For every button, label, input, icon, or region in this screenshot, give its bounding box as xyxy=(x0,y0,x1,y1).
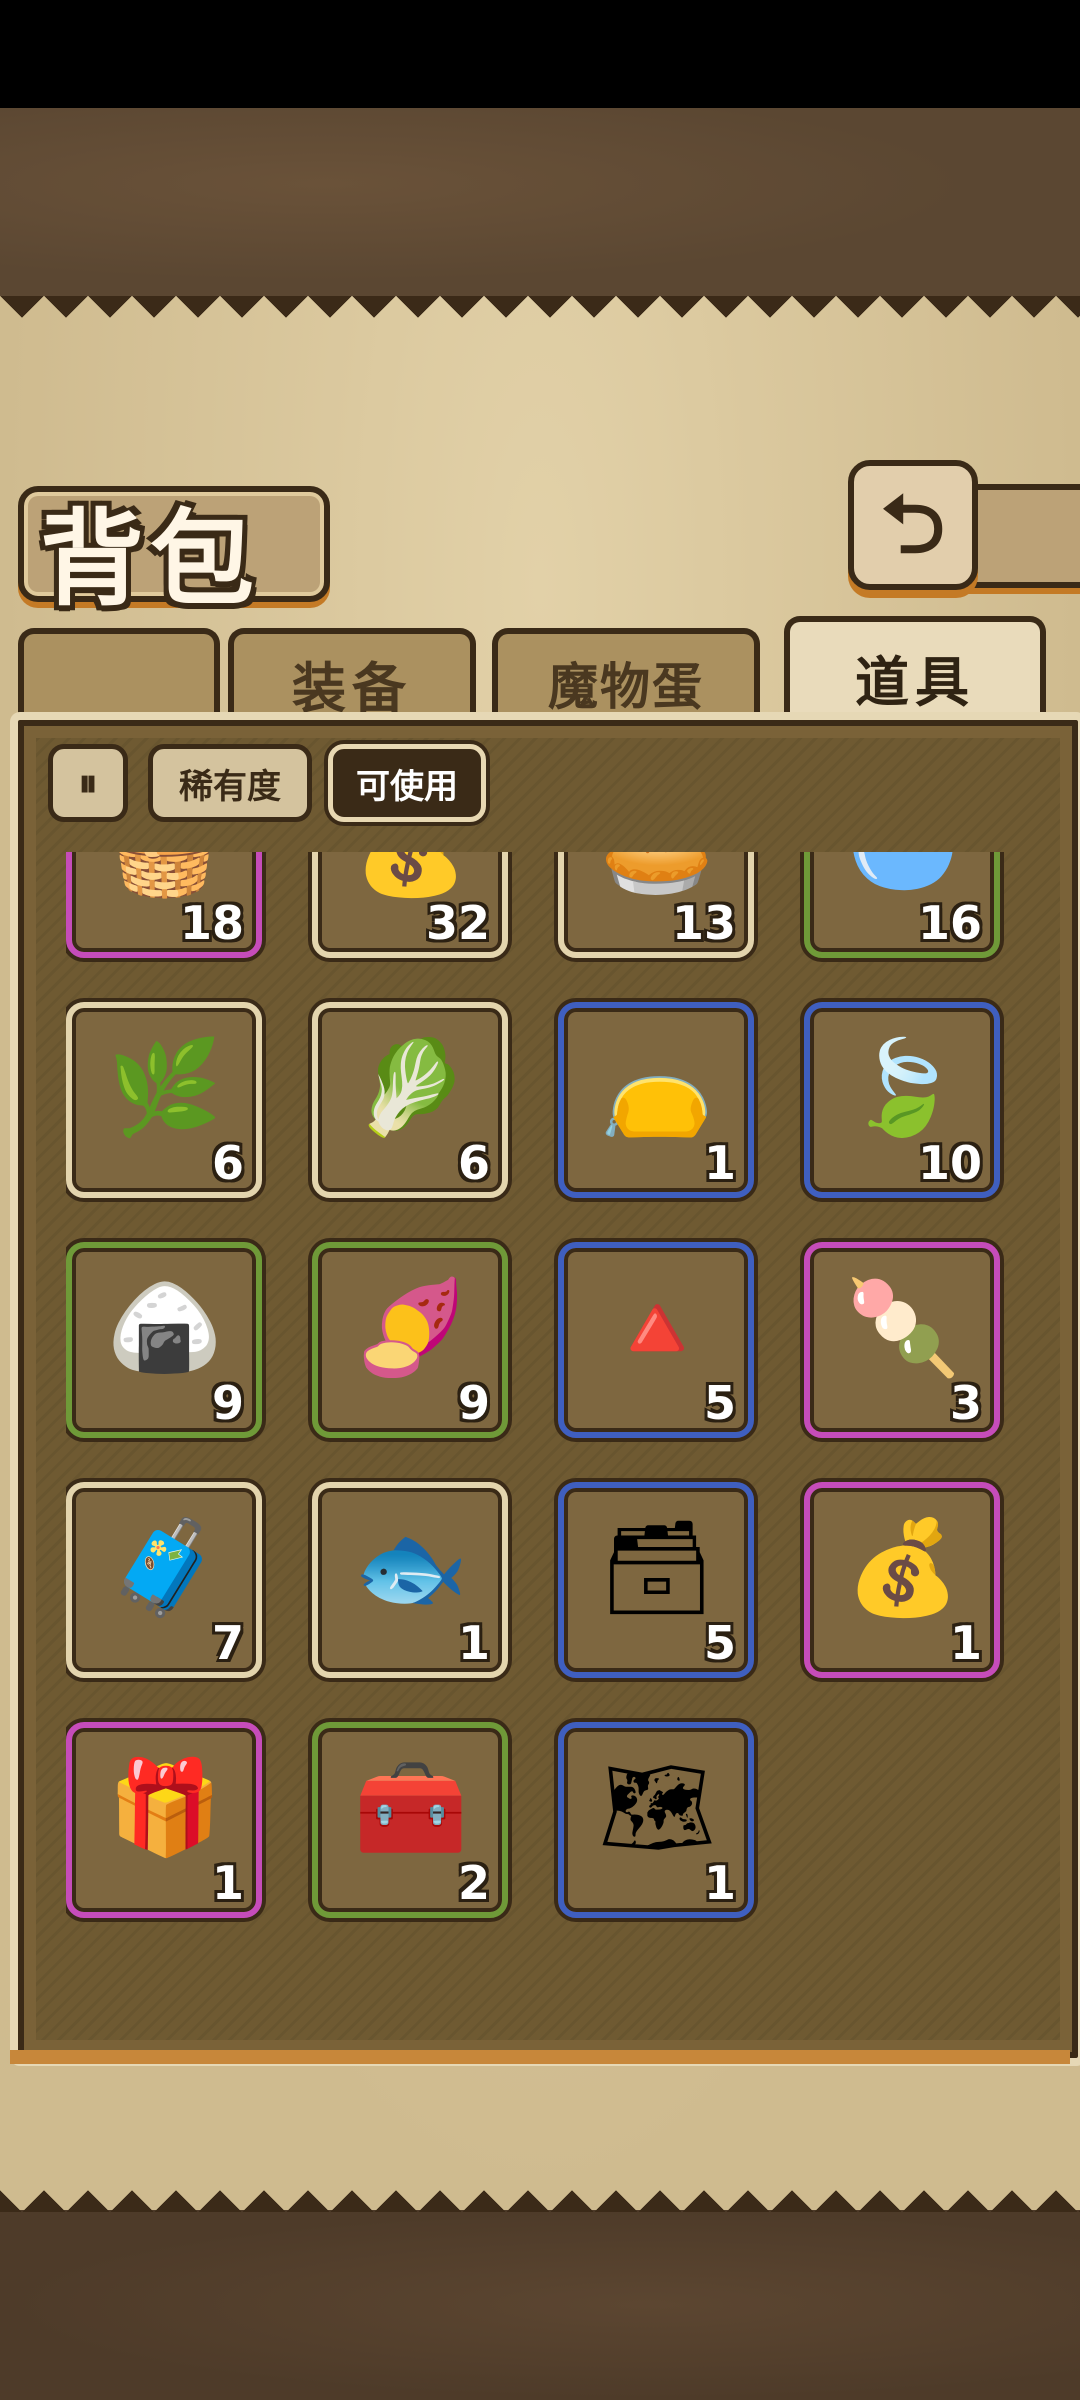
back-button-strip xyxy=(960,484,1080,588)
item-count: 32 xyxy=(425,896,490,950)
item-count: 1 xyxy=(457,1616,490,1670)
torn-edge-top xyxy=(0,296,1080,340)
item-count: 13 xyxy=(671,896,736,950)
item-count: 6 xyxy=(211,1136,244,1190)
item-count: 1 xyxy=(703,1136,736,1190)
sort-toggle-icon: ⏸ xyxy=(78,760,98,805)
return-arrow-icon: ⮌ xyxy=(880,478,946,571)
item-count: 6 xyxy=(457,1136,490,1190)
rice-dumpling-green-icon: 🔺 xyxy=(599,1274,715,1381)
item-slot[interactable]: 💰32 xyxy=(312,852,508,958)
item-count: 1 xyxy=(949,1616,982,1670)
panel-bottom-frame xyxy=(10,2050,1070,2064)
radish-icon: 🥬 xyxy=(353,1034,469,1141)
item-count: 1 xyxy=(703,1856,736,1910)
back-button[interactable]: ⮌ xyxy=(848,460,978,590)
red-chest-icon: 🎁 xyxy=(107,1754,223,1861)
item-slot[interactable]: 🧳 7 xyxy=(66,1482,262,1678)
item-count: 10 xyxy=(917,1136,982,1190)
treasure-sack-icon: 💰 xyxy=(845,1514,961,1621)
item-grid: 🧺18💰32🥧13🥣16🌿6🥬6👝1🍃10🍙9🍠9🔺5🍡3🧳7🐟1🗃5💰1🎁1🧰… xyxy=(66,852,1016,2002)
map-background-bottom xyxy=(0,2210,1080,2400)
item-slot[interactable]: 🍡 3 xyxy=(804,1242,1000,1438)
item-slot[interactable]: 🥧13 xyxy=(558,852,754,958)
item-count: 9 xyxy=(457,1376,490,1430)
rarity-filter-button[interactable]: 稀有度 xyxy=(148,744,312,822)
item-count: 1 xyxy=(211,1856,244,1910)
item-slot[interactable]: 🥣16 xyxy=(804,852,1000,958)
item-slot[interactable]: 👝 1 xyxy=(558,1002,754,1198)
item-count: 3 xyxy=(949,1376,982,1430)
item-slot[interactable]: 🍙 9 xyxy=(66,1242,262,1438)
item-slot[interactable]: 🐟 1 xyxy=(312,1482,508,1678)
blue-chest-icon: 🗃 xyxy=(598,1514,716,1621)
rice-dumpling-white-icon: 🍙 xyxy=(107,1274,223,1381)
sort-toggle-button[interactable]: ⏸ xyxy=(48,744,128,822)
map-background-top xyxy=(0,108,1080,298)
rainbow-popsicle-icon: 🍡 xyxy=(845,1274,961,1381)
seaweed-icon: 🌿 xyxy=(107,1034,223,1141)
fish-icon: 🐟 xyxy=(353,1514,469,1621)
item-slot[interactable]: 🗺 1 xyxy=(558,1722,754,1918)
herb-leaf-icon: 🍃 xyxy=(845,1034,961,1141)
swirl-sack-icon: 👝 xyxy=(599,1034,715,1141)
torn-edge-bottom xyxy=(0,2168,1080,2212)
item-slot[interactable]: 🧺18 xyxy=(66,852,262,958)
item-slot[interactable]: 🧰 2 xyxy=(312,1722,508,1918)
item-slot[interactable]: 🌿 6 xyxy=(66,1002,262,1198)
item-slot[interactable]: 🎁 1 xyxy=(66,1722,262,1918)
gold-trim-chest-icon: 🧰 xyxy=(353,1754,469,1861)
item-slot[interactable]: 🥬 6 xyxy=(312,1002,508,1198)
item-count: 5 xyxy=(703,1376,736,1430)
item-count: 9 xyxy=(211,1376,244,1430)
rice-dumpling-brown-icon: 🍠 xyxy=(353,1274,469,1381)
status-bar xyxy=(0,0,1080,108)
item-slot[interactable]: 💰 1 xyxy=(804,1482,1000,1678)
map-chest-icon: 🗺 xyxy=(598,1754,716,1861)
item-count: 16 xyxy=(917,896,982,950)
item-slot[interactable]: 🗃 5 xyxy=(558,1482,754,1678)
item-count: 18 xyxy=(179,896,244,950)
item-count: 2 xyxy=(457,1856,490,1910)
item-count: 5 xyxy=(703,1616,736,1670)
item-count: 7 xyxy=(211,1616,244,1670)
item-slot[interactable]: 🔺 5 xyxy=(558,1242,754,1438)
page-title: 背包 xyxy=(40,497,261,620)
item-slot[interactable]: 🍃 10 xyxy=(804,1002,1000,1198)
usable-filter-button[interactable]: 可使用 xyxy=(328,744,486,822)
item-slot[interactable]: 🍠 9 xyxy=(312,1242,508,1438)
wooden-chest-icon: 🧳 xyxy=(107,1514,223,1621)
